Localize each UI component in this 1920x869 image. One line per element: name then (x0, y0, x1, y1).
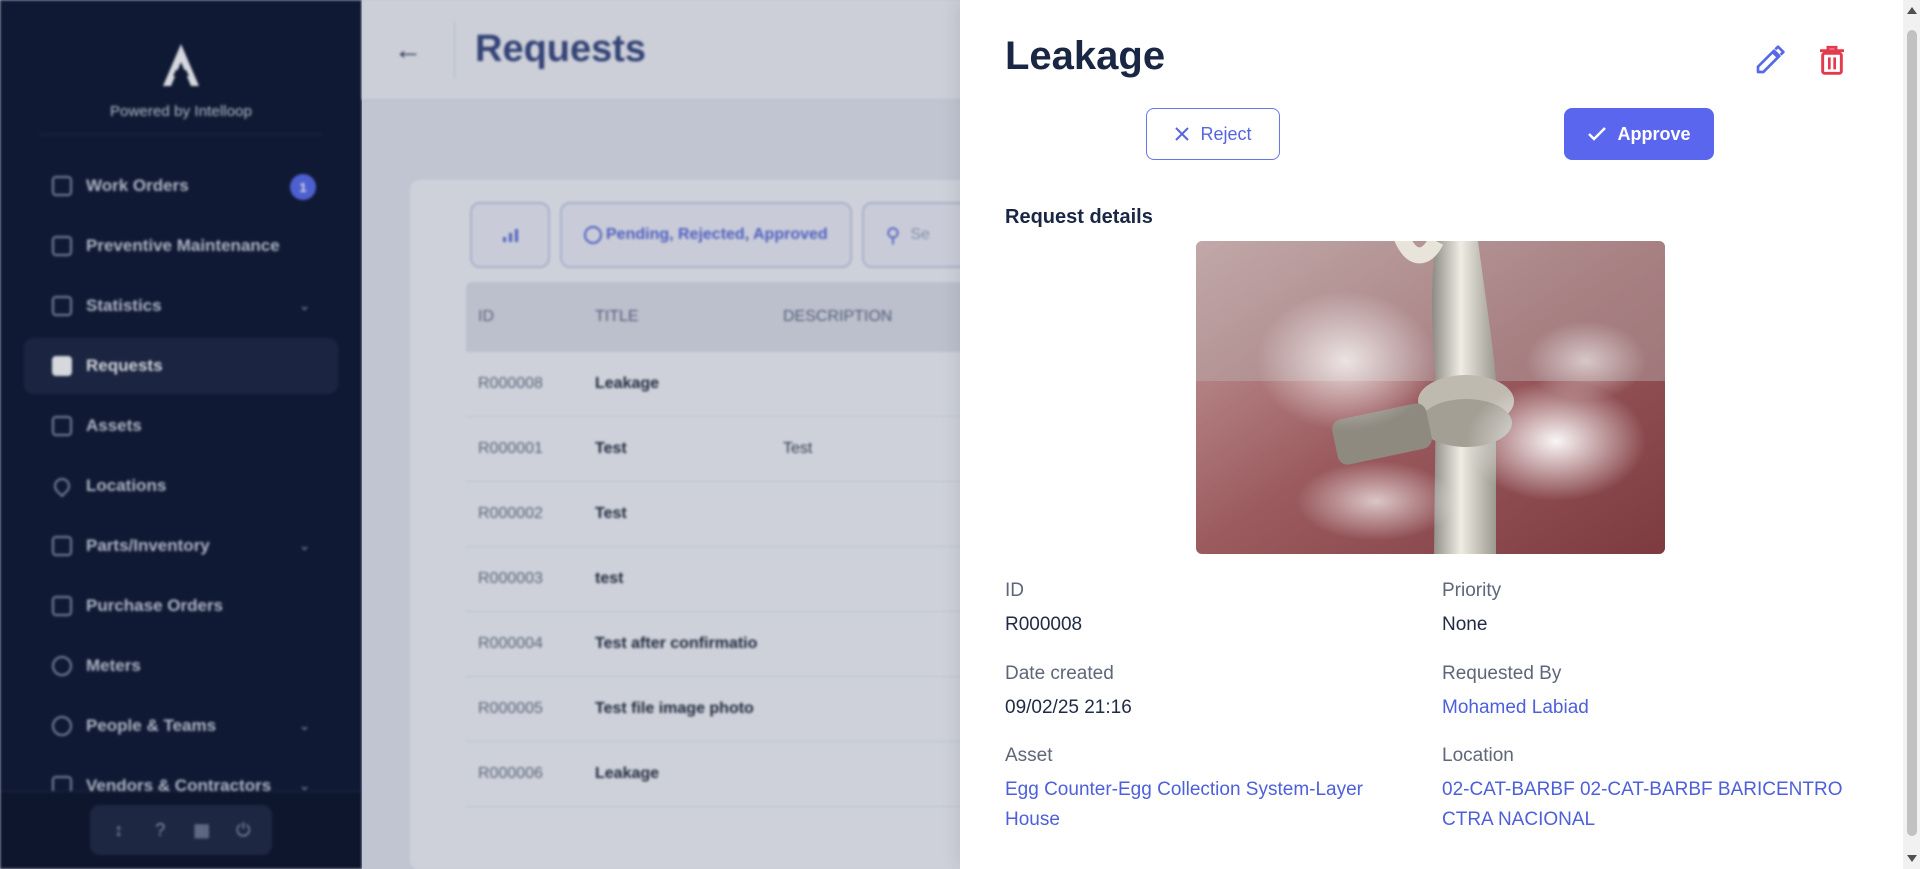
vertical-scrollbar[interactable] (1903, 0, 1920, 869)
field-value: R000008 (1005, 614, 1083, 635)
request-detail-drawer: Leakage Reject Approve Request details I… (960, 0, 1920, 869)
field-id: ID R000008 (1005, 580, 1425, 640)
scroll-up-arrow-icon[interactable] (1907, 7, 1917, 14)
scroll-down-arrow-icon[interactable] (1907, 855, 1917, 862)
approve-button[interactable]: Approve (1564, 108, 1714, 160)
field-label: ID (1005, 580, 1024, 601)
reject-button[interactable]: Reject (1146, 108, 1280, 160)
asset-link[interactable]: Egg Counter-Egg Collection System-Layer … (1005, 775, 1405, 835)
field-label: Date created (1005, 663, 1114, 684)
edit-pencil-icon[interactable] (1754, 44, 1786, 76)
reject-label: Reject (1200, 123, 1252, 144)
field-label: Location (1442, 745, 1514, 766)
field-value: None (1442, 614, 1488, 635)
approve-label: Approve (1617, 123, 1691, 144)
request-photo[interactable] (1196, 241, 1665, 554)
requested-by-link[interactable]: Mohamed Labiad (1442, 693, 1862, 723)
drawer-title: Leakage (1005, 34, 1166, 78)
field-date-created: Date created 09/02/25 21:16 (1005, 663, 1425, 723)
section-title: Request details (1005, 206, 1153, 228)
location-link[interactable]: 02-CAT-BARBF 02-CAT-BARBF BARICENTRO CTR… (1442, 775, 1862, 835)
field-label: Priority (1442, 580, 1502, 601)
field-requested-by: Requested By Mohamed Labiad (1442, 663, 1862, 723)
field-value: 09/02/25 21:16 (1005, 697, 1132, 718)
field-label: Asset (1005, 745, 1053, 766)
field-priority: Priority None (1442, 580, 1862, 640)
trash-icon[interactable] (1816, 44, 1848, 76)
field-label: Requested By (1442, 663, 1562, 684)
field-location: Location 02-CAT-BARBF 02-CAT-BARBF BARIC… (1442, 745, 1862, 835)
check-icon (1588, 127, 1607, 141)
close-icon (1175, 127, 1190, 141)
scroll-thumb[interactable] (1907, 30, 1917, 836)
leaking-pipe-image (1196, 241, 1665, 554)
modal-backdrop[interactable] (0, 0, 960, 869)
field-asset: Asset Egg Counter-Egg Collection System-… (1005, 745, 1405, 835)
